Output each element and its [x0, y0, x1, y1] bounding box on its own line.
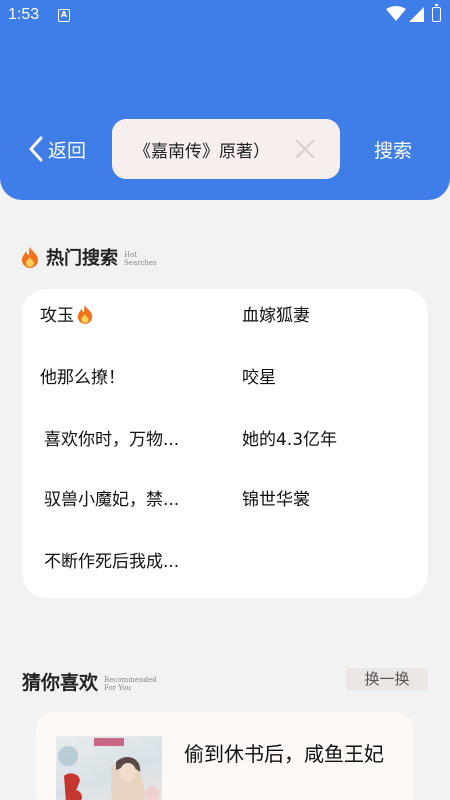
signal-icon [409, 7, 424, 22]
fire-icon [22, 247, 38, 268]
hot-search-item[interactable]: 不断作死后我成... [44, 547, 179, 572]
recommend-heading: 猜你喜欢 Recommended For You [22, 668, 157, 695]
hot-searches-heading: 热门搜索 Hot Searches [20, 244, 157, 270]
hot-search-item[interactable]: 喜欢你时，万物... [44, 425, 179, 450]
wifi-icon [386, 6, 406, 21]
hot-search-item[interactable]: 咬星 [242, 363, 276, 388]
status-time: 1:53 [8, 6, 40, 23]
hot-search-item[interactable]: 她的4.3亿年 [242, 425, 337, 450]
hot-search-item[interactable]: 他那么撩！ [40, 363, 125, 388]
back-label: 返回 [48, 139, 87, 162]
clear-icon[interactable] [294, 138, 316, 160]
recommend-title: 猜你喜欢 [22, 672, 99, 694]
hot-searches-title: 热门搜索 [46, 248, 118, 269]
hot-search-item[interactable]: 血嫁狐妻 [242, 301, 310, 326]
hot-searches-card: 攻玉 血嫁狐妻 他那么撩！ 咬星 喜欢你时，万物... 她的4.3亿年 驭兽小魔… [22, 289, 428, 598]
status-bar: 1:53 A [0, 0, 450, 32]
book-cover-image[interactable] [56, 736, 162, 800]
chevron-left-icon [29, 136, 43, 162]
search-button[interactable]: 搜索 [374, 136, 412, 163]
book-card[interactable]: 偷到休书后，咸鱼王妃 [36, 712, 414, 800]
search-input[interactable] [134, 139, 304, 159]
hot-search-item[interactable]: 攻玉 [40, 301, 94, 326]
refresh-button[interactable]: 换一换 [346, 668, 428, 690]
fire-icon [77, 304, 93, 324]
battery-icon [432, 4, 441, 22]
recommend-subtitle: Recommended For You [104, 675, 157, 692]
header-bar: 1:53 A 返回 搜索 [0, 0, 450, 200]
back-button[interactable]: 返回 [28, 134, 86, 164]
book-title[interactable]: 偷到休书后，咸鱼王妃 [184, 738, 394, 767]
hot-search-item[interactable]: 锦世华裳 [242, 485, 310, 510]
hot-searches-subtitle: Hot Searches [124, 251, 157, 267]
notification-icon: A [58, 9, 70, 22]
hot-search-item[interactable]: 驭兽小魔妃，禁... [44, 485, 179, 510]
